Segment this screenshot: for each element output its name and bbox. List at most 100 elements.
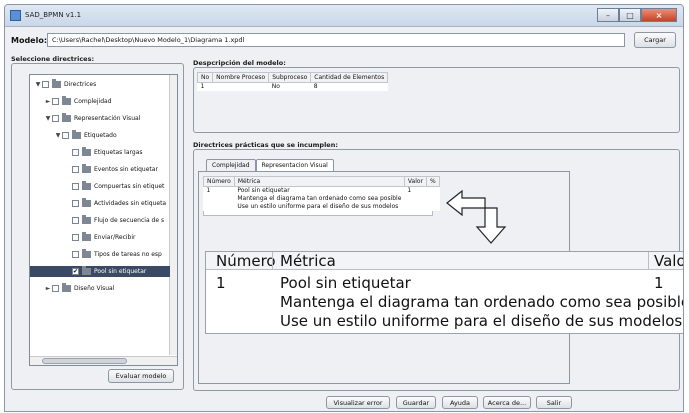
practices-header-cell[interactable]: Métrica: [233, 176, 405, 187]
tree-item[interactable]: Etiquetas largas: [64, 147, 143, 158]
zoom-cell-value: 1: [654, 274, 664, 292]
tree-item[interactable]: Compuertas sin etiquet: [64, 181, 164, 192]
checkbox[interactable]: [72, 149, 79, 156]
directives-tree: ▼ Directrices ► Complejidad ▼ Representación …: [29, 74, 178, 366]
tree-item[interactable]: Tipos de tareas no esp: [64, 249, 162, 260]
tree-item[interactable]: Eventos sin etiquetar: [64, 164, 158, 175]
close-button[interactable]: ×: [641, 8, 677, 22]
practices-cell-num: 1: [206, 187, 211, 195]
folder-icon: [82, 181, 91, 190]
table-row[interactable]: Use un estilo uniforme para el diseño de…: [204, 203, 440, 211]
tree-item-label: Tipos de tareas no esp: [94, 251, 162, 258]
caret-icon[interactable]: ▼: [44, 115, 52, 122]
practices-header-cell[interactable]: Valor: [403, 176, 428, 187]
scrollbar-thumb[interactable]: [42, 358, 127, 364]
tree-horizontal-scrollbar[interactable]: [30, 356, 177, 365]
tree-item[interactable]: Flujo de secuencia de s: [64, 215, 164, 226]
checkbox[interactable]: [42, 81, 49, 88]
description-table: No Nombre Proceso Subproceso Cantidad de El…: [196, 72, 389, 91]
description-cell: 1: [200, 83, 205, 91]
window-title: SAD_BPMN v1.1: [25, 11, 82, 19]
zoom-cell-metric: Pool sin etiquetar: [280, 274, 411, 292]
folder-icon: [82, 249, 91, 258]
folder-icon: [72, 130, 81, 139]
tree-item[interactable]: ► Diseño Visual: [44, 283, 114, 294]
table-row[interactable]: Mantenga el diagrama tan ordenado como s…: [204, 195, 440, 203]
description-header-cell[interactable]: Subproceso: [268, 72, 312, 83]
folder-icon: [82, 147, 91, 156]
checkbox[interactable]: [72, 234, 79, 241]
tree-item-label: Representación Visual: [74, 115, 141, 122]
modelo-label: Modelo:: [11, 36, 48, 45]
practices-header-cell[interactable]: Número: [203, 176, 235, 187]
maximize-button[interactable]: □: [619, 8, 641, 22]
model-path-field[interactable]: C:\Users\Rachel\Desktop\Nuevo Modelo_1\D…: [47, 33, 625, 47]
tree-item-label: Etiquetado: [84, 132, 117, 139]
tree-item[interactable]: ▼ Directrices: [34, 79, 96, 90]
footer-button-1[interactable]: Guardar: [396, 396, 436, 409]
checkbox[interactable]: [52, 285, 59, 292]
folder-icon: [82, 164, 91, 173]
practices-cell-metric: Use un estilo uniforme para el diseño de…: [237, 203, 399, 210]
caret-icon[interactable]: ►: [44, 98, 52, 105]
directives-title: Seleccione directrices:: [11, 55, 95, 63]
tree-item-label: Actividades sin etiqueta: [94, 200, 167, 207]
description-header-cell[interactable]: No: [196, 72, 214, 83]
folder-icon: [62, 283, 71, 292]
checkbox[interactable]: [72, 183, 79, 190]
folder-icon: [82, 215, 91, 224]
caret-icon[interactable]: ►: [44, 285, 52, 292]
practices-cell-value: 1: [407, 187, 412, 195]
checkbox[interactable]: [72, 217, 79, 224]
practices-table: Número Métrica Valor% 1 Pool sin etiquetar 1…: [203, 176, 440, 211]
tab-representacion-visual[interactable]: Representacion Visual: [255, 159, 334, 171]
zoomed-practices-table: Número Métrica Valor % 1 Pool sin etiquet…: [205, 251, 683, 334]
tree-item-label: Directrices: [64, 81, 97, 88]
tree-item-label: Compuertas sin etiquet: [94, 183, 165, 190]
description-header-cell[interactable]: Cantidad de Elementos: [310, 72, 389, 83]
tree-item-label: Flujo de secuencia de s: [94, 217, 165, 224]
minimize-button[interactable]: –: [597, 8, 619, 22]
checkbox[interactable]: [72, 251, 79, 258]
caret-icon[interactable]: ▼: [54, 132, 62, 139]
footer-button-4[interactable]: Salir: [536, 396, 572, 409]
tree-vertical-scrollbar[interactable]: [169, 75, 177, 355]
checkbox[interactable]: [72, 200, 79, 207]
zoom-table-row: Mantenga el diagrama tan ordenado como s…: [206, 293, 683, 311]
checkbox[interactable]: [62, 132, 69, 139]
folder-icon: [62, 96, 71, 105]
footer-button-0[interactable]: Visualizar error: [326, 396, 390, 409]
practices-cell-num: [204, 203, 235, 211]
caret-icon[interactable]: ▼: [34, 81, 42, 88]
folder-icon: [52, 79, 61, 88]
zoom-header-valor: Valor: [654, 251, 683, 270]
tree-item[interactable]: ► Complejidad: [44, 96, 112, 107]
checkbox[interactable]: [72, 166, 79, 173]
tree-item[interactable]: Enviar/Recibir: [64, 232, 135, 243]
evaluate-model-button[interactable]: Evaluar modelo: [108, 369, 174, 383]
footer-button-3[interactable]: Acerca de...: [483, 396, 531, 409]
annotation-arrows: [446, 189, 507, 244]
description-cell: [213, 83, 269, 91]
checkbox[interactable]: [52, 115, 59, 122]
checkbox[interactable]: ✔: [72, 268, 79, 275]
practices-header-cell[interactable]: %: [426, 176, 440, 187]
description-header-cell[interactable]: Nombre Proceso: [212, 72, 270, 83]
tree-item[interactable]: ✔ Pool sin etiquetar: [30, 266, 170, 277]
zoom-cell-metric: Use un estilo uniforme para el diseño de…: [280, 312, 683, 330]
app-window: SAD_BPMN v1.1 – □ × Modelo: C:\Users\Rac…: [4, 4, 684, 412]
footer-button-2[interactable]: Ayuda: [442, 396, 478, 409]
tree-item-label: Complejidad: [74, 98, 112, 105]
tab-complejidad[interactable]: Complejidad: [206, 159, 256, 171]
zoom-cell-num: 1: [216, 274, 226, 292]
checkbox[interactable]: [52, 98, 59, 105]
table-row[interactable]: 1 Pool sin etiquetar 1: [204, 187, 440, 195]
tree-item[interactable]: ▼ Representación Visual: [44, 113, 140, 124]
tree-item[interactable]: ▼ Etiquetado: [54, 130, 117, 141]
tree-item-label: Pool sin etiquetar: [94, 268, 147, 275]
description-cell: 8: [313, 83, 318, 91]
tree-item-label: Diseño Visual: [74, 285, 115, 292]
practices-cell-value: [404, 195, 426, 203]
tree-item[interactable]: Actividades sin etiqueta: [64, 198, 166, 209]
load-button[interactable]: Cargar: [634, 32, 676, 48]
